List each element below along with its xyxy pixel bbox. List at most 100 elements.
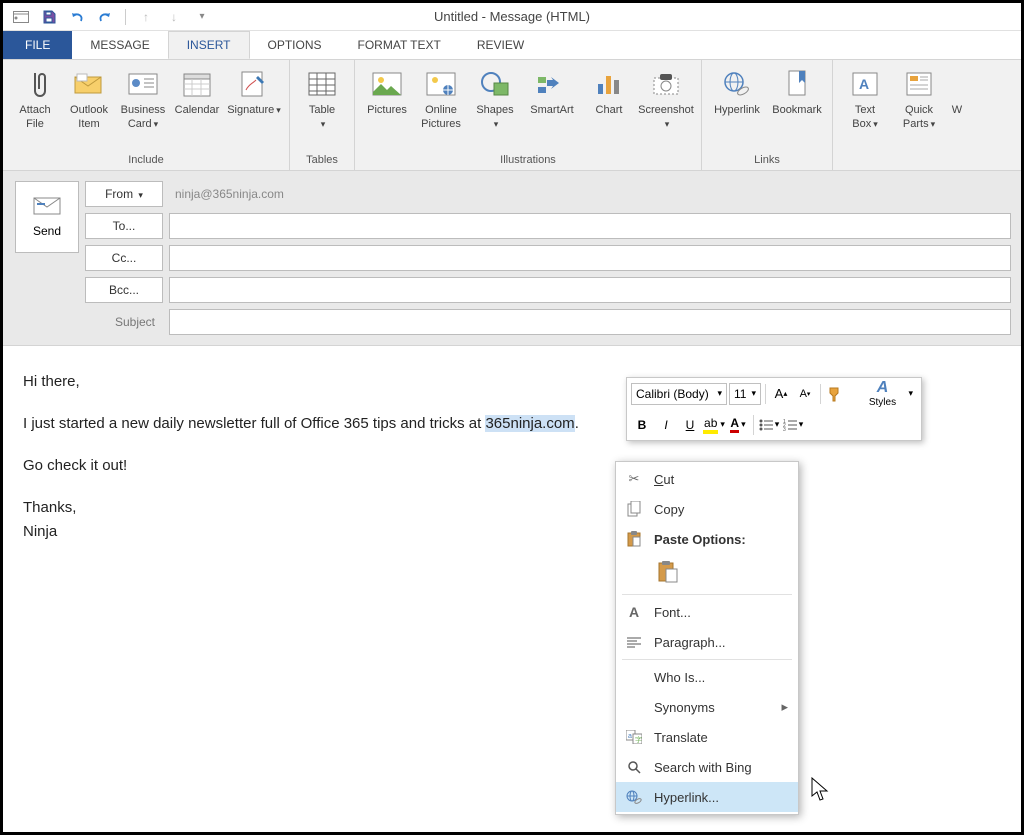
hyperlink-button[interactable]: Hyperlink [708, 64, 766, 122]
text-box-icon: A [849, 68, 881, 100]
tab-options[interactable]: OPTIONS [250, 31, 340, 59]
chart-button[interactable]: Chart [583, 64, 635, 122]
styles-button[interactable]: A Styles [862, 383, 902, 405]
paste-keep-source-button[interactable] [654, 558, 682, 586]
shapes-button[interactable]: Shapes▾ [469, 64, 521, 136]
send-icon [33, 197, 61, 218]
mini-toolbar: Calibri (Body)▾ 11▾ A▴ A▾ A Styles ▾ B I… [626, 377, 922, 441]
wordart-icon [949, 68, 965, 100]
copy-icon [624, 499, 644, 519]
ribbon-group-tables: Table▾ Tables [290, 60, 355, 170]
ribbon-group-include: Attach File Outlook Item Business Card▾ … [3, 60, 290, 170]
text-box-button[interactable]: A Text Box▾ [839, 64, 891, 136]
context-who-is[interactable]: Who Is... [616, 662, 798, 692]
chevron-right-icon: ▸ [781, 699, 788, 715]
next-icon[interactable]: ↓ [166, 9, 182, 25]
highlight-icon[interactable]: ab▾ [703, 414, 725, 436]
ribbon-group-label: Tables [306, 152, 338, 168]
tab-message[interactable]: MESSAGE [72, 31, 167, 59]
bcc-button[interactable]: Bcc... [85, 277, 163, 303]
tab-insert[interactable]: INSERT [168, 31, 250, 59]
tab-review[interactable]: REVIEW [459, 31, 542, 59]
calendar-button[interactable]: Calendar [171, 64, 223, 122]
grow-font-icon[interactable]: A▴ [770, 383, 792, 405]
context-font[interactable]: A Font... [616, 597, 798, 627]
table-button[interactable]: Table▾ [296, 64, 348, 136]
selected-text: 365ninja.com [485, 415, 574, 432]
signature-icon [238, 68, 270, 100]
online-pictures-button[interactable]: Online Pictures [415, 64, 467, 136]
from-button[interactable]: From ▾ [85, 181, 163, 207]
business-card-icon [127, 68, 159, 100]
ribbon-group-label [901, 152, 904, 168]
redo-icon[interactable] [97, 9, 113, 25]
ribbon-group-text: A Text Box▾ Quick Parts▾ W [833, 60, 973, 170]
context-search-bing[interactable]: Search with Bing [616, 752, 798, 782]
format-painter-icon[interactable] [825, 383, 847, 405]
wordart-button[interactable]: W [947, 64, 967, 122]
bookmark-button[interactable]: Bookmark [768, 64, 826, 122]
from-value: ninja@365ninja.com [169, 187, 284, 201]
signature-button[interactable]: Signature▾ [225, 64, 283, 122]
svg-text:3: 3 [783, 427, 786, 431]
screenshot-button[interactable]: Screenshot▾ [637, 64, 695, 136]
underline-icon[interactable]: U [679, 414, 701, 436]
bullets-icon[interactable]: ▾ [758, 414, 780, 436]
save-icon[interactable] [41, 9, 57, 25]
italic-icon[interactable]: I [655, 414, 677, 436]
to-input[interactable] [169, 213, 1011, 239]
attach-file-button[interactable]: Attach File [9, 64, 61, 136]
prev-icon[interactable]: ↑ [138, 9, 154, 25]
body-line: Thanks, [23, 496, 1001, 520]
search-icon [624, 757, 644, 777]
context-copy[interactable]: Copy [616, 494, 798, 524]
envelope-icon [73, 68, 105, 100]
window-icon [13, 9, 29, 25]
bcc-input[interactable] [169, 277, 1011, 303]
tab-format-text[interactable]: FORMAT TEXT [340, 31, 459, 59]
numbering-icon[interactable]: 123▾ [782, 414, 804, 436]
pictures-button[interactable]: Pictures [361, 64, 413, 122]
undo-icon[interactable] [69, 9, 85, 25]
quick-access-toolbar: ↑ ↓ ▾ [3, 9, 210, 25]
calendar-icon [181, 68, 213, 100]
ribbon-group-label: Illustrations [500, 152, 556, 168]
ribbon-group-links: Hyperlink Bookmark Links [702, 60, 833, 170]
tab-file[interactable]: FILE [3, 31, 72, 59]
body-line: Ninja [23, 520, 1001, 544]
context-paste-options-label: Paste Options: [616, 524, 798, 554]
smartart-icon [536, 68, 568, 100]
titlebar: ↑ ↓ ▾ Untitled - Message (HTML) [3, 3, 1021, 31]
cc-button[interactable]: Cc... [85, 245, 163, 271]
window-title: Untitled - Message (HTML) [434, 9, 590, 24]
context-hyperlink[interactable]: Hyperlink... [616, 782, 798, 812]
font-a-icon: A [624, 602, 644, 622]
font-size-selector[interactable]: 11▾ [729, 383, 761, 405]
ribbon-group-label: Include [128, 152, 163, 168]
globe-link-icon [721, 68, 753, 100]
context-cut[interactable]: ✂ Cut [616, 464, 798, 494]
bold-icon[interactable]: B [631, 414, 653, 436]
smartart-button[interactable]: SmartArt [523, 64, 581, 122]
paragraph-icon [624, 632, 644, 652]
subject-input[interactable] [169, 309, 1011, 335]
to-button[interactable]: To... [85, 213, 163, 239]
body-line: Go check it out! [23, 454, 1001, 478]
svg-text:A: A [859, 76, 869, 92]
context-paragraph[interactable]: Paragraph... [616, 627, 798, 657]
mouse-cursor-icon [811, 777, 831, 806]
shrink-font-icon[interactable]: A▾ [794, 383, 816, 405]
svg-text:a: a [628, 733, 632, 740]
subject-label: Subject [85, 315, 163, 329]
cc-input[interactable] [169, 245, 1011, 271]
ribbon-tabs: FILE MESSAGE INSERT OPTIONS FORMAT TEXT … [3, 31, 1021, 59]
outlook-item-button[interactable]: Outlook Item [63, 64, 115, 136]
context-synonyms[interactable]: Synonyms ▸ [616, 692, 798, 722]
font-selector[interactable]: Calibri (Body)▾ [631, 383, 727, 405]
context-translate[interactable]: a字 Translate [616, 722, 798, 752]
font-color-icon[interactable]: A▾ [727, 414, 749, 436]
qat-dropdown-icon[interactable]: ▾ [194, 9, 210, 25]
send-button[interactable]: Send [15, 181, 79, 253]
business-card-button[interactable]: Business Card▾ [117, 64, 169, 136]
quick-parts-button[interactable]: Quick Parts▾ [893, 64, 945, 136]
